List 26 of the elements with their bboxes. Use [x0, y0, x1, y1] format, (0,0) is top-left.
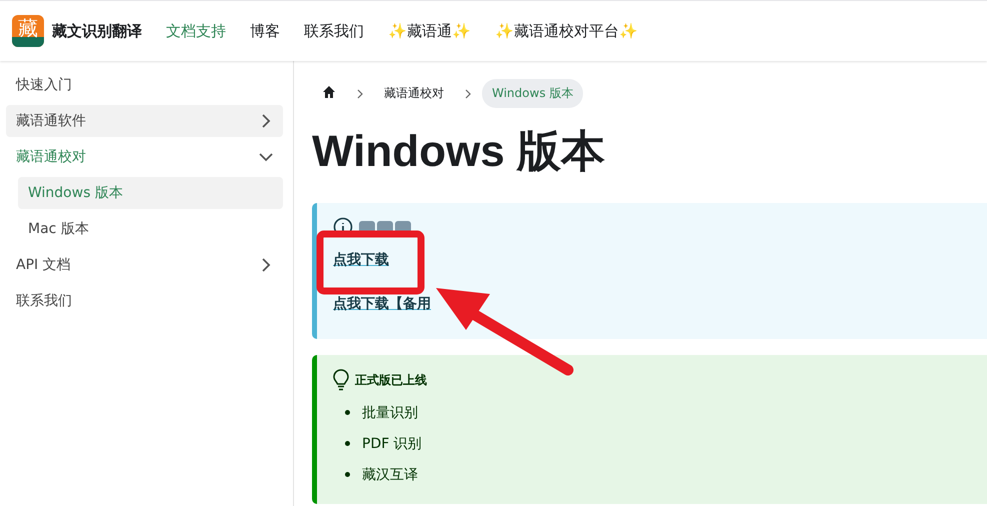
- sidebar-item[interactable]: 快速入门: [6, 69, 283, 101]
- nav-link[interactable]: 联系我们: [304, 22, 364, 40]
- nav-link[interactable]: ✨藏语通校对平台✨: [495, 22, 638, 40]
- nav-link[interactable]: 博客: [250, 22, 280, 40]
- sidebar-item[interactable]: Mac 版本: [18, 213, 283, 245]
- bullet-icon: [345, 472, 350, 477]
- site-title[interactable]: 藏文识别翻译: [52, 22, 142, 40]
- list-item: PDF 识别: [362, 434, 422, 452]
- list-item: 批量识别: [362, 404, 418, 422]
- callout-title: 正式版已上线: [355, 372, 427, 388]
- lightbulb-icon: [333, 369, 349, 391]
- sidebar-item[interactable]: Windows 版本: [18, 177, 283, 209]
- sidebar-item[interactable]: 联系我们: [6, 285, 283, 317]
- list-item: 藏汉互译: [362, 466, 418, 484]
- nav-link[interactable]: ✨藏语通✨: [388, 22, 471, 40]
- page-title: Windows 版本: [312, 126, 606, 178]
- download-link[interactable]: 点我下载【备用: [333, 296, 431, 312]
- sidebar-item[interactable]: API 文档: [6, 249, 283, 281]
- sidebar-item[interactable]: 藏语通校对: [6, 141, 283, 173]
- breadcrumb-link[interactable]: 藏语通校对: [374, 79, 454, 108]
- bullet-icon: [345, 441, 350, 446]
- download-link[interactable]: 点我下载: [333, 252, 389, 268]
- breadcrumb-link[interactable]: Windows 版本: [482, 79, 584, 108]
- bullet-icon: [345, 410, 350, 415]
- sidebar-item[interactable]: 藏语通软件: [6, 105, 283, 137]
- nav-link[interactable]: 文档支持: [166, 22, 226, 40]
